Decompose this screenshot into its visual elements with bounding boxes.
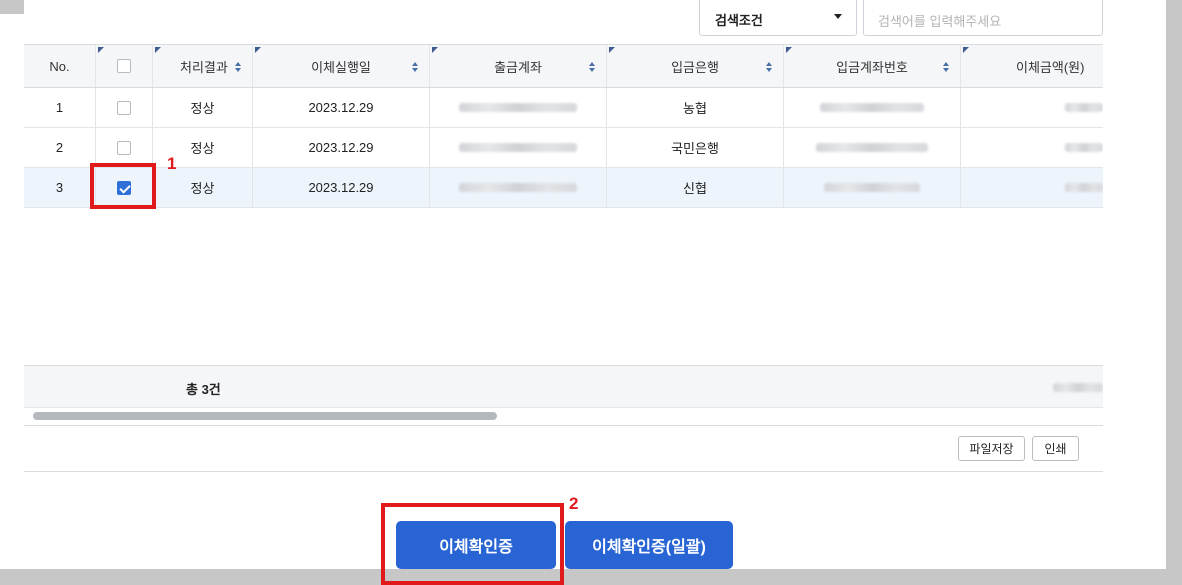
annotation-box-button bbox=[381, 503, 564, 585]
filter-corner-icon bbox=[786, 47, 792, 53]
redacted-value bbox=[459, 143, 577, 152]
header-result-label: 처리결과 bbox=[180, 59, 228, 75]
header-deposit-bank-label: 입금은행 bbox=[671, 59, 719, 75]
row-withdraw-account bbox=[430, 88, 607, 127]
table-row[interactable]: 1 정상 2023.12.29 농협 bbox=[24, 88, 1103, 128]
filter-corner-icon bbox=[609, 47, 615, 53]
filter-corner-icon bbox=[963, 47, 969, 53]
redacted-total-amount bbox=[1053, 383, 1103, 392]
row-deposit-bank: 신협 bbox=[607, 168, 784, 207]
scrollbar-thumb[interactable] bbox=[33, 412, 497, 420]
filter-corner-icon bbox=[98, 47, 104, 53]
header-no: No. bbox=[24, 45, 96, 87]
header-result[interactable]: 처리결과 bbox=[153, 45, 253, 87]
table-toolbar: 파일저장 인쇄 bbox=[24, 425, 1103, 472]
save-file-button[interactable]: 파일저장 bbox=[958, 436, 1025, 461]
redacted-value bbox=[459, 183, 577, 192]
sort-icon[interactable] bbox=[943, 62, 950, 73]
row-no: 3 bbox=[24, 168, 96, 207]
header-select-all[interactable] bbox=[96, 45, 153, 87]
transfer-confirmation-batch-button[interactable]: 이체확인증(일괄) bbox=[565, 521, 733, 569]
row-checkbox[interactable] bbox=[117, 100, 131, 115]
search-input[interactable]: 검색어를 입력해주세요 bbox=[863, 0, 1103, 36]
row-amount bbox=[961, 128, 1103, 167]
transfer-table: No. 처리결과 이체실행일 출금계좌 입금은행 입금계좌번호 이체금액(원) … bbox=[24, 44, 1103, 426]
row-amount bbox=[961, 168, 1103, 207]
header-amount-label: 이체금액(원) bbox=[1016, 59, 1085, 75]
table-row-selected[interactable]: 3 정상 2023.12.29 신협 bbox=[24, 168, 1103, 208]
table-summary-row: 총 3건 bbox=[24, 365, 1103, 408]
chevron-down-icon bbox=[834, 14, 842, 19]
filter-corner-icon bbox=[255, 47, 261, 53]
right-panel-area bbox=[1103, 0, 1166, 474]
row-no: 2 bbox=[24, 128, 96, 167]
row-withdraw-account bbox=[430, 128, 607, 167]
annotation-number-1: 1 bbox=[167, 154, 177, 173]
total-count: 총 3건 bbox=[186, 382, 221, 397]
row-deposit-account bbox=[784, 128, 961, 167]
filter-corner-icon bbox=[155, 47, 161, 53]
header-amount[interactable]: 이체금액(원) bbox=[961, 45, 1103, 87]
grid-card-top: 검색조건 검색어를 입력해주세요 bbox=[24, 0, 1103, 44]
header-date[interactable]: 이체실행일 bbox=[253, 45, 430, 87]
row-deposit-account bbox=[784, 168, 961, 207]
row-deposit-bank: 국민은행 bbox=[607, 128, 784, 167]
select-all-checkbox[interactable] bbox=[117, 59, 131, 73]
header-deposit-account-label: 입금계좌번호 bbox=[836, 59, 908, 75]
header-deposit-bank[interactable]: 입금은행 bbox=[607, 45, 784, 87]
redacted-value bbox=[1065, 103, 1103, 112]
row-select-cell[interactable] bbox=[96, 128, 153, 167]
header-withdraw-account[interactable]: 출금계좌 bbox=[430, 45, 607, 87]
search-condition-label: 검색조건 bbox=[715, 13, 763, 28]
redacted-value bbox=[1065, 183, 1103, 192]
redacted-value bbox=[816, 143, 928, 152]
row-no: 1 bbox=[24, 88, 96, 127]
filter-corner-icon bbox=[432, 47, 438, 53]
redacted-value bbox=[1065, 143, 1103, 152]
row-date: 2023.12.29 bbox=[253, 128, 430, 167]
row-deposit-bank: 농협 bbox=[607, 88, 784, 127]
annotation-number-2: 2 bbox=[569, 494, 579, 513]
header-withdraw-account-label: 출금계좌 bbox=[494, 59, 542, 75]
header-deposit-account[interactable]: 입금계좌번호 bbox=[784, 45, 961, 87]
sort-icon[interactable] bbox=[589, 62, 596, 73]
search-condition-select[interactable]: 검색조건 bbox=[699, 0, 857, 36]
row-deposit-account bbox=[784, 88, 961, 127]
row-amount bbox=[961, 88, 1103, 127]
print-button[interactable]: 인쇄 bbox=[1032, 436, 1079, 461]
row-result: 정상 bbox=[153, 88, 253, 127]
table-header-row: No. 처리결과 이체실행일 출금계좌 입금은행 입금계좌번호 이체금액(원) bbox=[24, 45, 1103, 88]
sort-icon[interactable] bbox=[766, 62, 773, 73]
redacted-value bbox=[820, 103, 924, 112]
row-select-cell[interactable] bbox=[96, 88, 153, 127]
table-row[interactable]: 2 정상 2023.12.29 국민은행 bbox=[24, 128, 1103, 168]
sort-icon[interactable] bbox=[412, 62, 419, 73]
horizontal-scrollbar[interactable] bbox=[24, 408, 1103, 424]
sort-icon[interactable] bbox=[235, 62, 242, 73]
redacted-value bbox=[824, 183, 920, 192]
header-date-label: 이체실행일 bbox=[311, 59, 371, 75]
annotation-box-checkbox bbox=[90, 163, 156, 209]
row-withdraw-account bbox=[430, 168, 607, 207]
redacted-value bbox=[459, 103, 577, 112]
row-date: 2023.12.29 bbox=[253, 88, 430, 127]
row-date: 2023.12.29 bbox=[253, 168, 430, 207]
row-checkbox[interactable] bbox=[117, 140, 131, 155]
